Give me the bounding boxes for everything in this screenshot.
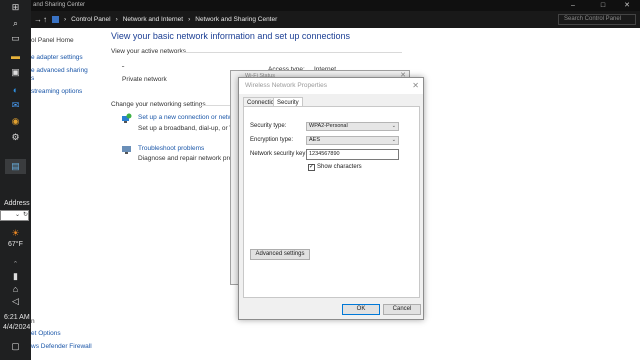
setup-connection-link[interactable]: Set up a new connection or network bbox=[138, 114, 241, 121]
mail-icon[interactable]: ✉ bbox=[9, 100, 22, 111]
show-characters-label: Show characters bbox=[317, 164, 362, 170]
task-view-icon[interactable]: ▭ bbox=[9, 33, 22, 44]
battery-icon[interactable]: ▮ bbox=[9, 271, 22, 282]
breadcrumb-network-sharing[interactable]: Network and Sharing Center bbox=[195, 14, 277, 25]
weather-icon[interactable]: ☀ bbox=[9, 228, 22, 239]
up-arrow-icon[interactable]: ↑ bbox=[43, 14, 47, 25]
chrome-icon[interactable]: ◉ bbox=[9, 116, 22, 127]
troubleshoot-link[interactable]: Troubleshoot problems bbox=[138, 145, 204, 152]
address-toolbar-input[interactable]: ⌄ ↻ bbox=[0, 210, 29, 221]
chevron-up-icon[interactable]: ˆ bbox=[9, 259, 22, 270]
media-streaming-link[interactable]: streaming options bbox=[31, 88, 82, 95]
desktop: and Sharing Center – □ ✕ → ↑ › Control P… bbox=[0, 0, 640, 360]
windows-start-icon[interactable]: ⊞ bbox=[9, 2, 22, 13]
cancel-button[interactable]: Cancel bbox=[383, 304, 421, 315]
show-characters-checkbox[interactable]: ✓ bbox=[308, 164, 315, 171]
address-row: → ↑ › Control Panel › Network and Intern… bbox=[0, 11, 640, 28]
active-networks-label: View your active networks bbox=[111, 48, 187, 55]
page-title: View your basic network information and … bbox=[111, 31, 350, 41]
troubleshoot-icon bbox=[121, 144, 132, 155]
clock-date[interactable]: 4/4/2024 bbox=[3, 324, 30, 331]
notifications-icon[interactable]: ▢ bbox=[9, 341, 22, 352]
dialog-title: Wireless Network Properties bbox=[245, 82, 327, 89]
network-setup-icon bbox=[121, 113, 132, 124]
breadcrumb-separator: › bbox=[64, 16, 67, 23]
encryption-type-value: AES bbox=[309, 137, 321, 143]
chevron-down-icon: ⌄ bbox=[391, 123, 396, 129]
address-bar[interactable]: › Control Panel › Network and Internet ›… bbox=[52, 14, 552, 25]
breadcrumb-control-panel[interactable]: Control Panel bbox=[71, 14, 110, 25]
advanced-sharing-link[interactable]: e advanced sharing bbox=[31, 67, 88, 74]
control-panel-taskbar-icon[interactable]: ▤ bbox=[5, 159, 26, 174]
change-settings-label: Change your networking settings bbox=[111, 101, 206, 108]
dialog-title-bar: Wireless Network Properties ✕ bbox=[239, 78, 423, 94]
troubleshoot-desc: Diagnose and repair network probl bbox=[138, 155, 238, 162]
network-icon[interactable]: ⌂ bbox=[9, 283, 22, 294]
temperature: 67°F bbox=[8, 241, 23, 248]
adapter-settings-link[interactable]: e adapter settings bbox=[31, 54, 83, 61]
divider bbox=[180, 52, 402, 53]
edge-icon[interactable]: ◐ bbox=[9, 84, 22, 95]
breadcrumb-separator: › bbox=[188, 16, 191, 23]
network-name: ˜ bbox=[122, 66, 125, 73]
advanced-sharing-link-cont[interactable]: s bbox=[31, 75, 34, 82]
taskbar: ⊞ ⌕ ▭ ▬ ▣ ◐ ✉ ◉ ⚙ ▤ Address ⌄ ↻ ☀ 67°F ˆ… bbox=[0, 0, 31, 360]
security-key-input[interactable]: 1234567890 bbox=[306, 149, 399, 160]
minimize-button[interactable]: – bbox=[560, 1, 586, 10]
left-pane: ol Panel Home e adapter settings e advan… bbox=[31, 28, 104, 360]
wireless-properties-dialog: Wireless Network Properties ✕ Connection… bbox=[238, 77, 424, 320]
refresh-icon[interactable]: ↻ bbox=[23, 211, 28, 218]
security-type-select[interactable]: WPA2-Personal ⌄ bbox=[306, 122, 399, 131]
encryption-type-select[interactable]: AES ⌄ bbox=[306, 136, 399, 145]
breadcrumb-network-internet[interactable]: Network and Internet bbox=[123, 14, 183, 25]
control-panel-icon bbox=[52, 16, 59, 23]
settings-icon[interactable]: ⚙ bbox=[9, 132, 22, 143]
security-type-value: WPA2-Personal bbox=[309, 123, 348, 129]
control-panel-home-link[interactable]: ol Panel Home bbox=[31, 37, 74, 44]
chevron-down-icon: ⌄ bbox=[15, 212, 21, 218]
window-title: and Sharing Center bbox=[33, 2, 86, 8]
advanced-settings-button[interactable]: Advanced settings bbox=[250, 249, 310, 260]
file-explorer-icon[interactable]: ▬ bbox=[9, 50, 22, 61]
ok-button[interactable]: OK bbox=[342, 304, 380, 315]
network-type: Private network bbox=[122, 76, 167, 83]
forward-icon[interactable]: → bbox=[34, 14, 42, 25]
clock-time[interactable]: 6:21 AM bbox=[4, 314, 30, 321]
search-input[interactable]: Search Control Panel bbox=[558, 14, 636, 25]
store-icon[interactable]: ▣ bbox=[9, 67, 22, 78]
security-key-label: Network security key bbox=[250, 151, 306, 157]
address-toolbar-label: Address bbox=[4, 200, 30, 207]
maximize-button[interactable]: □ bbox=[590, 1, 616, 10]
internet-options-link[interactable]: et Options bbox=[31, 330, 61, 337]
security-panel: Security type: WPA2-Personal ⌄ Encryptio… bbox=[243, 106, 420, 298]
close-button[interactable]: ✕ bbox=[614, 1, 640, 10]
see-also-label: n bbox=[31, 318, 35, 325]
security-type-label: Security type: bbox=[250, 123, 287, 129]
breadcrumb-separator: › bbox=[115, 16, 118, 23]
search-icon[interactable]: ⌕ bbox=[9, 18, 22, 29]
encryption-type-label: Encryption type: bbox=[250, 137, 294, 143]
dialog-close-icon[interactable]: ✕ bbox=[412, 78, 419, 94]
firewall-link[interactable]: ws Defender Firewall bbox=[31, 343, 92, 350]
volume-icon[interactable]: ◁ bbox=[9, 296, 22, 307]
title-bar: and Sharing Center – □ ✕ bbox=[0, 0, 640, 11]
chevron-down-icon: ⌄ bbox=[391, 137, 396, 143]
setup-connection-desc: Set up a broadband, dial-up, or VP bbox=[138, 125, 239, 132]
